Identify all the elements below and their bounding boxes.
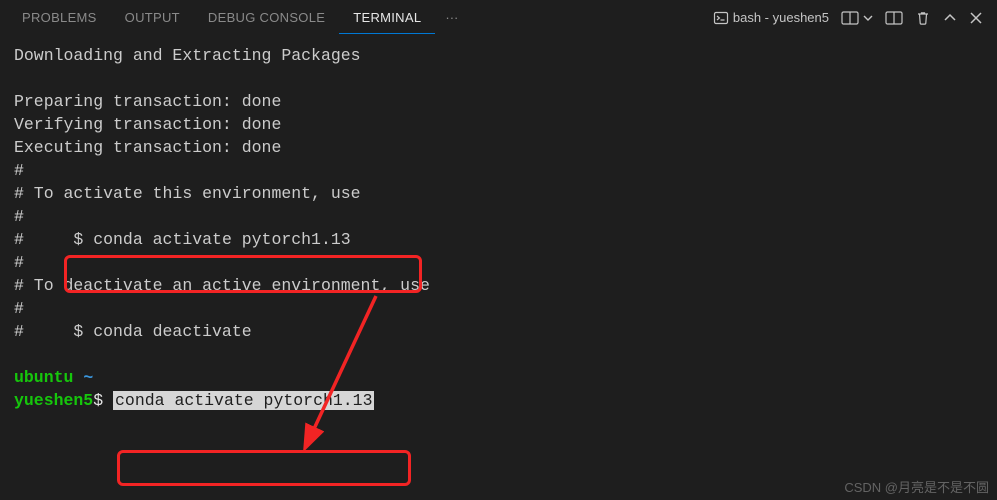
shell-name: bash - yueshen5 <box>733 10 829 25</box>
terminal-toolbar: bash - yueshen5 <box>713 10 989 26</box>
maximize-panel-button[interactable] <box>943 11 957 25</box>
trash-icon <box>915 10 931 26</box>
terminal-select[interactable]: bash - yueshen5 <box>713 10 829 26</box>
terminal-current-command: conda activate pytorch1.13 <box>113 391 374 410</box>
tab-problems[interactable]: PROBLEMS <box>8 2 111 33</box>
terminal-line: # <box>14 253 24 272</box>
watermark: CSDN @月亮是不是不圆 <box>844 477 989 496</box>
close-panel-button[interactable] <box>969 11 983 25</box>
terminal-line: # <box>14 161 24 180</box>
terminal-line: # To activate this environment, use <box>14 184 361 203</box>
terminal-line: # $ conda deactivate <box>14 322 252 341</box>
split-terminal-button[interactable] <box>841 10 873 26</box>
terminal-line: Downloading and Extracting Packages <box>14 46 361 65</box>
terminal-line: # To deactivate an active environment, u… <box>14 276 430 295</box>
tab-debug-console[interactable]: DEBUG CONSOLE <box>194 2 339 33</box>
tabs-overflow-icon[interactable]: ··· <box>435 2 468 33</box>
panel-icon <box>885 10 903 26</box>
terminal-prompt-line: ubuntu ~ <box>14 368 93 387</box>
terminal-line: # <box>14 207 24 226</box>
panel-tabbar: PROBLEMS OUTPUT DEBUG CONSOLE TERMINAL ·… <box>0 0 997 36</box>
terminal-line: # $ conda activate pytorch1.13 <box>14 230 351 249</box>
terminal-prompt-line: yueshen5$ conda activate pytorch1.13 <box>14 391 374 410</box>
terminal-line: Preparing transaction: done <box>14 92 281 111</box>
terminal-line: Verifying transaction: done <box>14 115 281 134</box>
split-terminal-icon <box>841 10 859 26</box>
kill-terminal-button[interactable] <box>915 10 931 26</box>
annotation-box <box>117 450 411 486</box>
chevron-up-icon <box>943 11 957 25</box>
chevron-down-icon <box>863 13 873 23</box>
close-icon <box>969 11 983 25</box>
tab-terminal[interactable]: TERMINAL <box>339 2 435 34</box>
tab-output[interactable]: OUTPUT <box>111 2 194 33</box>
terminal-line: # <box>14 299 24 318</box>
terminal-line: Executing transaction: done <box>14 138 281 157</box>
terminal-icon <box>713 10 729 26</box>
terminal-output[interactable]: Downloading and Extracting Packages Prep… <box>0 36 997 420</box>
new-terminal-button[interactable] <box>885 10 903 26</box>
